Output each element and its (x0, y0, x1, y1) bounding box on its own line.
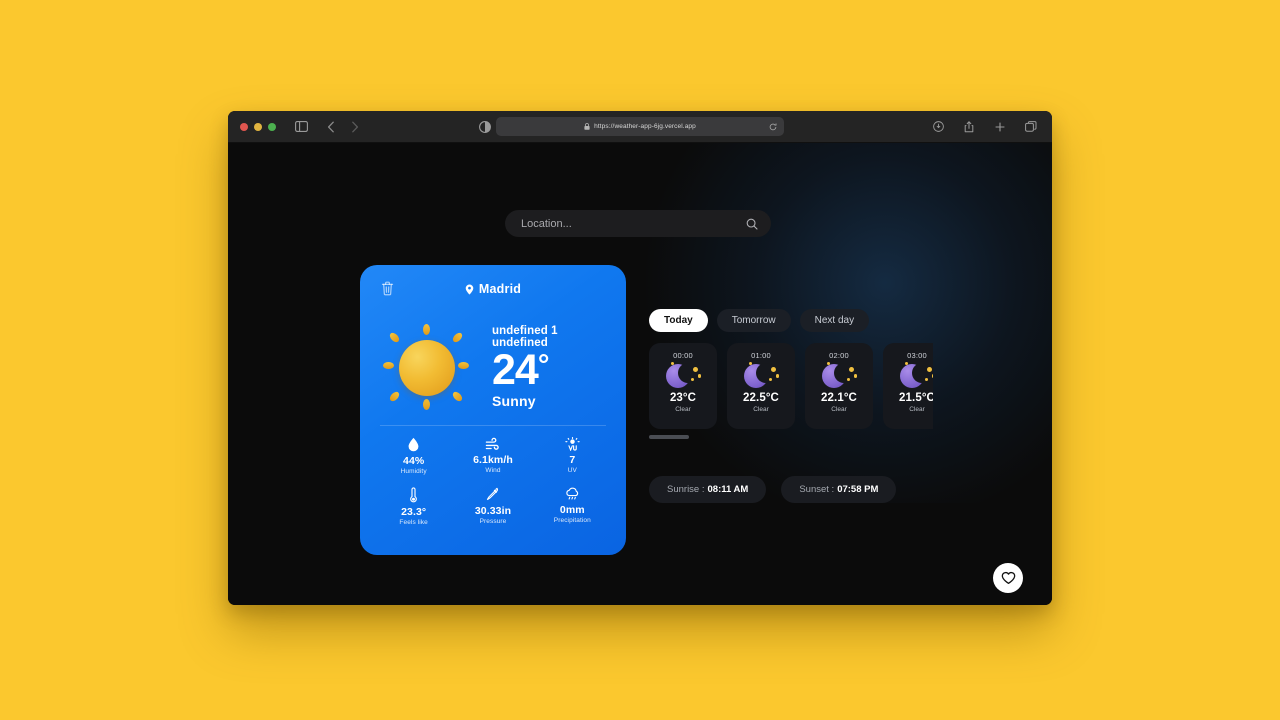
city-name: Madrid (478, 282, 522, 296)
hourly-forecast-item[interactable]: 01:00 22.5°C Clear (727, 343, 795, 429)
stat-value: 6.1km/h (473, 454, 513, 466)
sunrise-label: Sunrise : (667, 484, 705, 495)
current-condition: Sunny (492, 393, 536, 410)
stat-value: 0mm (559, 504, 585, 516)
browser-toolbar: https://weather-app-6jg.vercel.app (228, 111, 1052, 143)
degree-symbol: ° (537, 348, 550, 381)
close-window-button[interactable] (240, 122, 248, 131)
temperature-value: 24 (492, 345, 539, 394)
stat-pressure: 30.33in Pressure (453, 487, 532, 526)
location-search (505, 210, 771, 237)
moon-stars-icon (743, 362, 779, 390)
stat-label: Feels like (399, 519, 428, 526)
hour-condition: Clear (831, 406, 847, 413)
browser-window: https://weather-app-6jg.vercel.app Locat… (228, 111, 1052, 605)
weather-app-page: Madrid undefined 1 undefined 24° (228, 143, 1052, 605)
hour-time: 02:00 (829, 351, 849, 360)
tab-next-day[interactable]: Next day (799, 309, 870, 332)
current-temperature: 24° (492, 348, 616, 391)
tab-overview-icon[interactable] (1022, 118, 1040, 136)
search-icon[interactable] (746, 218, 758, 230)
sun-icon (360, 324, 492, 410)
stat-wind: 6.1km/h Wind (453, 437, 532, 475)
stat-feels-like: 23.3° Feels like (374, 487, 453, 526)
current-weather-main: undefined 1 undefined 24° Sunny (360, 307, 626, 427)
card-divider (380, 425, 606, 426)
back-button[interactable] (322, 118, 340, 136)
moon-stars-icon (821, 362, 857, 390)
stat-label: Precipitation (553, 517, 591, 524)
hourly-forecast-list[interactable]: 00:00 23°C Clear 01:00 22.5°C Clear 02:0… (649, 343, 933, 429)
stat-label: Wind (485, 467, 501, 474)
sidebar-toggle-icon[interactable] (292, 118, 310, 136)
extensions-icon[interactable] (929, 118, 947, 136)
address-bar[interactable]: https://weather-app-6jg.vercel.app (496, 117, 784, 136)
sunset-pill: Sunset :07:58 PM (781, 476, 897, 503)
humidity-drop-icon (407, 437, 420, 452)
hourly-forecast-item[interactable]: 03:00 21.5°C Clear (883, 343, 933, 429)
maximize-window-button[interactable] (268, 122, 276, 131)
hour-temperature: 22.5°C (743, 392, 779, 404)
hour-condition: Clear (909, 406, 925, 413)
reload-icon[interactable] (769, 122, 777, 131)
hour-temperature: 23°C (669, 392, 697, 404)
hour-condition: Clear (675, 406, 691, 413)
sunset-value: 07:58 PM (837, 484, 879, 495)
forward-button[interactable] (346, 118, 364, 136)
scrollbar-thumb[interactable] (649, 435, 689, 439)
hour-temperature: 22.1°C (821, 392, 857, 404)
current-weather-card: Madrid undefined 1 undefined 24° Sunny 4… (360, 265, 626, 555)
new-tab-icon[interactable] (991, 118, 1009, 136)
lock-icon (584, 123, 590, 130)
wind-icon (485, 437, 500, 451)
pressure-gauge-icon (486, 487, 499, 502)
stat-value: 7 (569, 454, 576, 466)
hour-time: 00:00 (673, 351, 693, 360)
precipitation-cloud-icon (565, 487, 580, 501)
moon-stars-icon (665, 362, 701, 390)
forecast-tabs: Today Tomorrow Next day (649, 309, 870, 332)
window-traffic-lights (240, 122, 276, 131)
uv-sun-icon (565, 437, 580, 451)
stat-value: 23.3° (401, 506, 427, 518)
tab-today[interactable]: Today (649, 309, 708, 332)
hour-time: 03:00 (907, 351, 927, 360)
favorite-button[interactable] (993, 563, 1023, 593)
hour-temperature: 21.5°C (899, 392, 933, 404)
moon-stars-icon (899, 362, 933, 390)
city-row: Madrid (360, 282, 626, 296)
stat-value: 30.33in (474, 505, 512, 517)
thermometer-icon (408, 487, 419, 503)
stat-label: UV (567, 467, 577, 474)
weather-stats-grid: 44% Humidity 6.1km/h Wind 7 UV 23.3° Fee… (374, 437, 612, 526)
stat-precipitation: 0mm Precipitation (533, 487, 612, 526)
stat-label: Pressure (479, 518, 507, 525)
share-icon[interactable] (960, 118, 978, 136)
minimize-window-button[interactable] (254, 122, 262, 131)
search-input[interactable] (505, 210, 771, 237)
heart-icon (1001, 571, 1016, 585)
sunset-label: Sunset : (799, 484, 835, 495)
navigation-buttons (322, 118, 364, 136)
hourly-forecast-item[interactable]: 00:00 23°C Clear (649, 343, 717, 429)
toolbar-right-icons (929, 118, 1040, 136)
sunrise-value: 08:11 AM (707, 484, 749, 495)
url-text: https://weather-app-6jg.vercel.app (594, 123, 696, 130)
hourly-scrollbar[interactable] (649, 435, 933, 439)
sunrise-pill: Sunrise :08:11 AM (649, 476, 767, 503)
location-pin-icon (465, 283, 474, 295)
tab-tomorrow[interactable]: Tomorrow (716, 309, 791, 332)
hour-time: 01:00 (751, 351, 771, 360)
stat-value: 44% (403, 455, 425, 467)
stat-humidity: 44% Humidity (374, 437, 453, 475)
hourly-forecast-item[interactable]: 02:00 22.1°C Clear (805, 343, 873, 429)
stat-uv: 7 UV (533, 437, 612, 475)
sun-times-row: Sunrise :08:11 AM Sunset :07:58 PM (649, 476, 897, 503)
stat-label: Humidity (400, 468, 427, 475)
hour-condition: Clear (753, 406, 769, 413)
reader-mode-icon[interactable] (476, 118, 494, 136)
